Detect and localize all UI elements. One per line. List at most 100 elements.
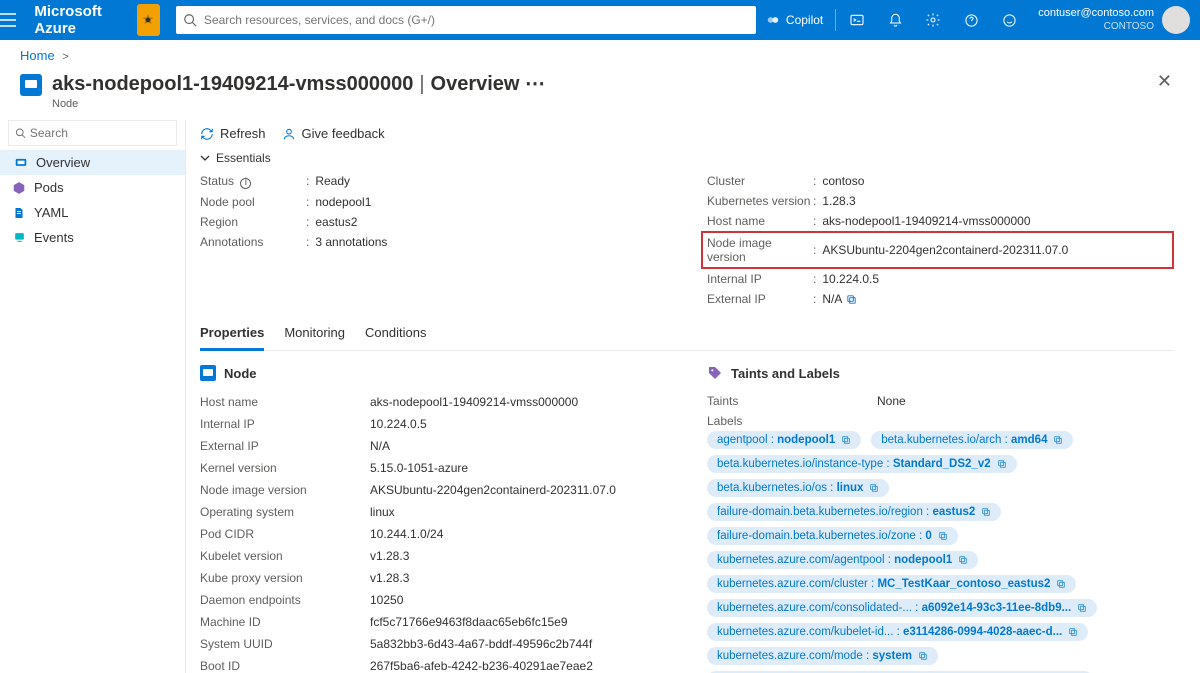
property-label: Internal IP [200, 417, 370, 431]
essentials-label: External IP [707, 292, 813, 306]
pods-icon [12, 181, 26, 195]
sidebar-item-label: Events [34, 230, 74, 245]
refresh-button[interactable]: Refresh [200, 126, 266, 141]
sidebar-item-yaml[interactable]: YAML [0, 200, 185, 225]
copy-icon[interactable] [981, 507, 991, 517]
label-pill[interactable]: kubernetes.azure.com/consolidated-... : … [707, 599, 1097, 617]
preview-icon[interactable] [137, 4, 160, 36]
cloud-shell-icon[interactable] [838, 0, 876, 40]
help-icon[interactable] [952, 0, 990, 40]
sidebar-item-pods[interactable]: Pods [0, 175, 185, 200]
copy-icon[interactable] [841, 435, 851, 445]
copy-icon[interactable] [1068, 627, 1078, 637]
copilot-button[interactable]: Copilot [756, 13, 833, 27]
breadcrumb-home[interactable]: Home [20, 48, 55, 63]
essentials-row: External IP:N/A [707, 289, 1174, 309]
label-pill[interactable]: kubernetes.azure.com/cluster : MC_TestKa… [707, 575, 1076, 593]
page-section: Overview [431, 73, 520, 95]
essentials-grid: Status i:ReadyNode pool:nodepool1Region:… [200, 171, 1174, 319]
label-pill[interactable]: failure-domain.beta.kubernetes.io/region… [707, 503, 1001, 521]
sidebar-item-events[interactable]: Events [0, 225, 185, 250]
sidebar-item-overview[interactable]: Overview [0, 150, 185, 175]
tab-monitoring[interactable]: Monitoring [284, 319, 345, 350]
properties-panel: Node Host nameaks-nodepool1-19409214-vms… [200, 365, 1174, 673]
essentials-toggle[interactable]: Essentials [200, 151, 1174, 171]
resource-name: aks-nodepool1-19409214-vmss000000 [52, 73, 413, 95]
property-label: System UUID [200, 637, 370, 651]
property-label: Machine ID [200, 615, 370, 629]
label-pill[interactable]: kubernetes.azure.com/mode : system [707, 647, 938, 665]
property-label: Kube proxy version [200, 571, 370, 585]
azure-topbar: Microsoft Azure Copilot contuser@contoso… [0, 0, 1200, 40]
label-pill[interactable]: beta.kubernetes.io/arch : amd64 [871, 431, 1073, 449]
property-row: System UUID5a832bb3-6d43-4a67-bddf-49596… [200, 633, 667, 655]
essentials-value-link[interactable]: 1.28.3 [822, 194, 855, 208]
main-content: Refresh Give feedback Essentials Status … [186, 120, 1200, 673]
essentials-row: Region:eastus2 [200, 212, 667, 232]
copy-icon[interactable] [869, 483, 879, 493]
tab-conditions[interactable]: Conditions [365, 319, 426, 350]
sidebar-item-label: Overview [36, 155, 90, 170]
resource-icon [20, 74, 42, 96]
label-pill[interactable]: agentpool : nodepool1 [707, 431, 861, 449]
label-pill[interactable]: kubernetes.azure.com/kubelet-id... : e31… [707, 623, 1088, 641]
copy-icon[interactable] [938, 531, 948, 541]
copy-icon[interactable] [1077, 603, 1087, 613]
feedback-person-icon [282, 127, 296, 141]
tab-properties[interactable]: Properties [200, 319, 264, 351]
tabs: Properties Monitoring Conditions [200, 319, 1174, 351]
sidebar-search-input[interactable] [30, 126, 170, 140]
node-icon [200, 365, 216, 381]
give-feedback-button[interactable]: Give feedback [282, 126, 385, 141]
sidebar-search[interactable] [8, 120, 177, 146]
copy-icon[interactable] [846, 294, 857, 305]
label-pill[interactable]: kubernetes.azure.com/agentpool : nodepoo… [707, 551, 978, 569]
avatar-icon [1162, 6, 1190, 34]
global-search-input[interactable] [204, 13, 756, 27]
essentials-row: Internal IP:10.224.0.5 [707, 269, 1174, 289]
copy-icon[interactable] [997, 459, 1007, 469]
copy-icon[interactable] [1056, 579, 1066, 589]
essentials-value: eastus2 [315, 215, 357, 229]
brand-label[interactable]: Microsoft Azure [34, 3, 127, 37]
essentials-value-link[interactable]: contoso [822, 174, 864, 188]
essentials-value: 10.224.0.5 [822, 272, 879, 286]
property-row: Machine IDfcf5c71766e9463f8daac65eb6fc15… [200, 611, 667, 633]
property-value: 10.224.0.5 [370, 417, 427, 431]
hamburger-menu-button[interactable] [0, 13, 34, 27]
property-value: aks-nodepool1-19409214-vmss000000 [370, 395, 578, 409]
essentials-value-link[interactable]: aks-nodepool1-19409214-vmss000000 [822, 214, 1030, 228]
property-row: Node image versionAKSUbuntu-2204gen2cont… [200, 479, 667, 501]
close-button[interactable]: ✕ [1157, 71, 1172, 92]
essentials-value: Ready [315, 174, 350, 188]
property-value: linux [370, 505, 395, 519]
essentials-row: Host name:aks-nodepool1-19409214-vmss000… [707, 211, 1174, 231]
essentials-value: N/A [822, 292, 842, 306]
property-row: Internal IP10.224.0.5 [200, 413, 667, 435]
essentials-value-link[interactable]: 3 annotations [315, 235, 387, 249]
property-value: 10250 [370, 593, 403, 607]
settings-icon[interactable] [914, 0, 952, 40]
essentials-row: Status i:Ready [200, 171, 667, 192]
copy-icon[interactable] [1053, 435, 1063, 445]
more-options-button[interactable]: ⋯ [525, 73, 545, 95]
essentials-row: Cluster:contoso [707, 171, 1174, 191]
essentials-value-link[interactable]: AKSUbuntu-2204gen2containerd-202311.07.0 [822, 243, 1068, 257]
chevron-right-icon: > [58, 51, 72, 63]
copy-icon[interactable] [918, 651, 928, 661]
label-pill[interactable]: beta.kubernetes.io/instance-type : Stand… [707, 455, 1017, 473]
account-menu[interactable]: contuser@contoso.com CONTOSO [1028, 6, 1200, 34]
feedback-icon[interactable] [990, 0, 1028, 40]
account-directory: CONTOSO [1038, 21, 1154, 33]
essentials-value-link[interactable]: nodepool1 [315, 195, 371, 209]
essentials-label: Cluster [707, 174, 813, 188]
global-search[interactable] [176, 6, 756, 34]
label-pill[interactable]: beta.kubernetes.io/os : linux [707, 479, 889, 497]
label-pill[interactable]: failure-domain.beta.kubernetes.io/zone :… [707, 527, 958, 545]
search-icon [176, 13, 204, 27]
essentials-row: Annotations:3 annotations [200, 232, 667, 252]
copy-icon[interactable] [958, 555, 968, 565]
property-label: Kernel version [200, 461, 370, 475]
property-value: AKSUbuntu-2204gen2containerd-202311.07.0 [370, 483, 616, 497]
notifications-icon[interactable] [876, 0, 914, 40]
